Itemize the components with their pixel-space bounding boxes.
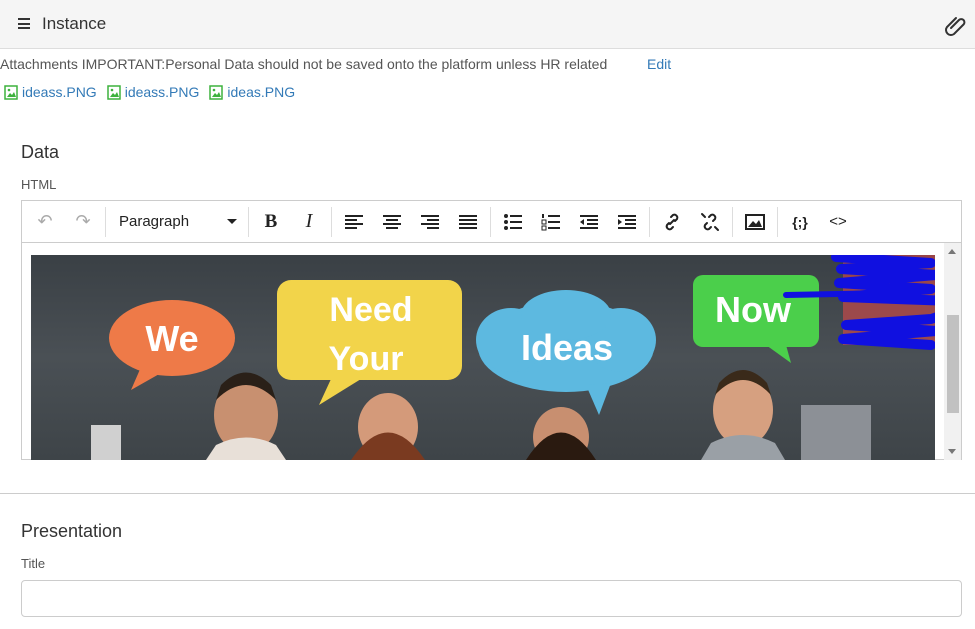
italic-icon: I <box>305 210 313 232</box>
align-left-icon <box>345 214 363 229</box>
bubble-word-your: Your <box>329 340 404 378</box>
attachments-notice: Attachments IMPORTANT:Personal Data shou… <box>0 56 608 72</box>
scroll-thumb[interactable] <box>947 315 959 413</box>
title-field-label: Title <box>21 556 46 571</box>
toolbar-divider <box>248 206 249 237</box>
bold-icon: B <box>264 210 278 232</box>
redo-icon: ↷ <box>75 211 91 231</box>
attachment-file-name: ideass.PNG <box>22 84 97 100</box>
banner-artwork: We Need Your Ideas Now <box>91 255 935 460</box>
align-center-button[interactable] <box>373 205 411 239</box>
hamburger-icon[interactable] <box>18 18 30 29</box>
toolbar-divider <box>649 206 650 237</box>
indent-button[interactable] <box>608 205 646 239</box>
bubble-word-we: We <box>145 318 198 359</box>
toolbar-divider <box>777 206 778 237</box>
outdent-button[interactable] <box>570 205 608 239</box>
indent-icon <box>618 214 636 229</box>
attachment-file[interactable]: ideas.PNG <box>209 84 295 100</box>
ideas-banner-image: We Need Your Ideas Now <box>31 255 935 460</box>
scroll-down-icon[interactable] <box>948 449 956 454</box>
panel-header: Instance <box>0 0 975 49</box>
chevron-down-icon <box>227 219 237 224</box>
rich-text-editor[interactable]: ↶ ↷ Paragraph B I {;} <> We Need Your Id… <box>21 200 962 460</box>
scroll-up-icon[interactable] <box>948 249 956 254</box>
align-center-icon <box>383 214 401 229</box>
block-format-select[interactable]: Paragraph <box>109 205 245 239</box>
section-divider <box>0 493 975 494</box>
image-icon <box>745 213 765 230</box>
people-silhouettes <box>91 370 871 460</box>
html-field-label: HTML <box>21 177 57 192</box>
toolbar-divider <box>732 206 733 237</box>
align-right-button[interactable] <box>411 205 449 239</box>
block-format-value: Paragraph <box>119 213 190 230</box>
code-icon: <> <box>829 213 847 230</box>
align-right-icon <box>421 214 439 229</box>
insert-variable-button[interactable]: {;} <box>781 205 819 239</box>
link-icon <box>665 213 679 230</box>
image-file-icon <box>4 84 18 100</box>
title-input[interactable] <box>21 580 962 617</box>
unlink-button[interactable] <box>691 205 729 239</box>
attachment-file-name: ideas.PNG <box>227 84 296 100</box>
insert-link-button[interactable] <box>653 205 691 239</box>
numbered-list-icon <box>541 213 560 230</box>
editor-toolbar: ↶ ↷ Paragraph B I {;} <> <box>22 201 961 243</box>
toolbar-divider <box>490 206 491 237</box>
insert-image-button[interactable] <box>736 205 774 239</box>
attachment-list: ideass.PNG ideass.PNG ideas.PNG <box>4 84 295 100</box>
data-section-title: Data <box>21 142 60 162</box>
presentation-section-title: Presentation <box>21 521 123 541</box>
align-left-button[interactable] <box>335 205 373 239</box>
bold-button[interactable]: B <box>252 205 290 239</box>
curly-braces-icon: {;} <box>792 213 808 230</box>
undo-icon: ↶ <box>37 211 53 231</box>
toolbar-divider <box>105 206 106 237</box>
undo-button[interactable]: ↶ <box>26 205 64 239</box>
image-file-icon <box>209 84 224 100</box>
image-file-icon <box>106 84 121 100</box>
numbered-list-button[interactable] <box>532 205 570 239</box>
bullet-list-button[interactable] <box>494 205 532 239</box>
align-justify-button[interactable] <box>449 205 487 239</box>
italic-button[interactable]: I <box>290 205 328 239</box>
outdent-icon <box>580 214 598 229</box>
unlink-icon <box>701 212 719 231</box>
bubble-word-now: Now <box>715 289 792 330</box>
attachment-file-name: ideass.PNG <box>124 84 200 100</box>
bubble-word-need: Need <box>329 291 412 329</box>
paperclip-icon[interactable] <box>944 14 968 38</box>
editor-content-area[interactable]: We Need Your Ideas Now <box>22 243 961 460</box>
edit-attachments-link[interactable]: Edit <box>647 56 671 72</box>
attachment-file[interactable]: ideass.PNG <box>4 84 97 100</box>
bubble-word-ideas: Ideas <box>521 327 613 368</box>
editor-scrollbar[interactable] <box>944 243 961 460</box>
attachment-file[interactable]: ideass.PNG <box>106 84 200 100</box>
panel-title: Instance <box>42 14 107 33</box>
bullet-list-icon <box>504 213 522 230</box>
source-code-button[interactable]: <> <box>819 205 857 239</box>
toolbar-divider <box>331 206 332 237</box>
align-justify-icon <box>459 214 477 229</box>
redo-button[interactable]: ↷ <box>64 205 102 239</box>
